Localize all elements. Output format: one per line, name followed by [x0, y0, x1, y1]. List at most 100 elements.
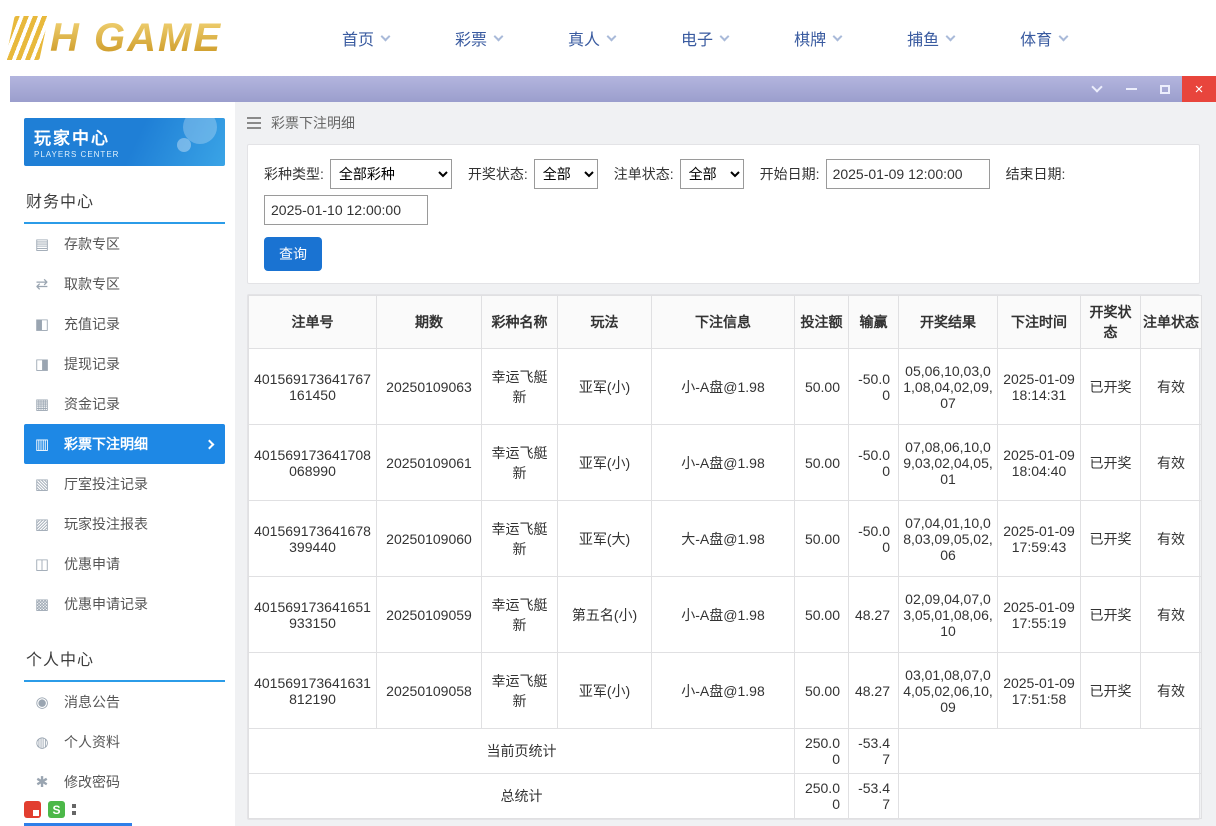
minimize-icon — [1125, 88, 1137, 90]
table-cell: 02,09,04,07,03,05,01,08,06,10 — [898, 576, 998, 653]
table-row: 401569173641678399440 20250109060 幸运飞艇新 亚军(… — [248, 500, 1202, 577]
sidebar-item-label: 优惠申请 — [64, 556, 120, 572]
top-nav-item-捕鱼[interactable]: 捕鱼 — [907, 26, 956, 50]
window-maximize-button[interactable] — [1148, 76, 1182, 102]
sidebar-item-player-bet-report[interactable]: ▨ 玩家投注报表 — [24, 504, 225, 544]
system-tray: S — [24, 801, 76, 818]
sidebar-item-cashout-record[interactable]: ◨ 提现记录 — [24, 344, 225, 384]
sidebar-item-funds-record[interactable]: ▦ 资金记录 — [24, 384, 225, 424]
top-nav-label: 棋牌 — [794, 32, 827, 49]
table-cell: 已开奖 — [1080, 576, 1141, 653]
top-nav-item-彩票[interactable]: 彩票 — [455, 26, 504, 50]
sidebar-item-personal-profile[interactable]: ◍ 个人资料 — [24, 722, 225, 762]
table-cell: 2025-01-09 17:55:19 — [997, 576, 1081, 653]
end-date-input[interactable] — [264, 195, 428, 225]
sidebar-item-recharge-record[interactable]: ◧ 充值记录 — [24, 304, 225, 344]
top-nav-label: 电子 — [681, 32, 714, 49]
sidebar-item-lottery-bet-detail[interactable]: ▥ 彩票下注明细 — [24, 424, 225, 464]
table-cell: 2025-01-09 17:59:43 — [997, 500, 1081, 577]
funds-record-icon: ▦ — [34, 396, 50, 413]
lottery-type-label: 彩种类型: — [264, 166, 324, 182]
chevron-down-icon — [719, 31, 730, 41]
tray-app-icon-red[interactable] — [24, 801, 41, 818]
chevron-right-icon — [204, 439, 215, 449]
table-cell: 50.00 — [794, 348, 849, 425]
table-header-cell: 下注时间 — [997, 295, 1081, 349]
table-cell: -50.00 — [848, 500, 899, 577]
table-row: 401569173641651933150 20250109059 幸运飞艇新 第五名… — [248, 576, 1202, 653]
sidebar-header: 玩家中心 PLAYERS CENTER — [24, 118, 225, 166]
window-collapse-button[interactable] — [1080, 76, 1114, 102]
table-cell: 亚军(小) — [557, 652, 652, 729]
sidebar-item-message-announcement[interactable]: ◉ 消息公告 — [24, 682, 225, 722]
sidebar-item-label: 优惠申请记录 — [64, 596, 148, 612]
table-cell: 有效 — [1140, 652, 1202, 729]
table-header-cell: 注单号 — [248, 295, 377, 349]
sidebar-section-heading: 个人中心 — [24, 640, 225, 682]
window-close-button[interactable]: × — [1182, 76, 1216, 102]
chevron-down-icon — [945, 31, 956, 41]
top-nav-item-首页[interactable]: 首页 — [342, 26, 391, 50]
table-cell: 2025-01-09 18:04:40 — [997, 424, 1081, 501]
bet-detail-table-panel: 注单号 期数 彩种名称 玩法 下注信息 投注额 输赢 开奖结果 下注时间 开奖状态 注单状态 401… — [247, 294, 1202, 820]
bet-status-select[interactable]: 全部 — [679, 159, 744, 189]
search-button[interactable]: 查询 — [264, 237, 322, 271]
table-header-cell: 输赢 — [848, 295, 899, 349]
top-nav-item-电子[interactable]: 电子 — [681, 26, 730, 50]
window-titlebar: × — [10, 76, 1216, 102]
summary-winloss-total-cell: -53.47 — [848, 773, 899, 819]
sidebar-item-promo-apply[interactable]: ◫ 优惠申请 — [24, 544, 225, 584]
lottery-bet-detail-icon: ▥ — [34, 436, 50, 453]
table-header-cell: 注单状态 — [1140, 295, 1202, 349]
sidebar-item-label: 彩票下注明细 — [64, 436, 148, 452]
table-cell: 50.00 — [794, 424, 849, 501]
table-row: 401569173641767161450 20250109063 幸运飞艇新 亚军(… — [248, 348, 1202, 425]
draw-status-select[interactable]: 全部 — [533, 159, 598, 189]
sidebar-item-label: 资金记录 — [64, 396, 120, 412]
summary-winloss-total-cell: -53.47 — [848, 728, 899, 774]
sidebar-item-deposit[interactable]: ▤ 存款专区 — [24, 224, 225, 264]
top-nav-item-真人[interactable]: 真人 — [568, 26, 617, 50]
sidebar-item-label: 玩家投注报表 — [64, 516, 148, 532]
table-row: 401569173641708068990 20250109061 幸运飞艇新 亚军(… — [248, 424, 1202, 501]
window-minimize-button[interactable] — [1114, 76, 1148, 102]
sidebar-item-promo-apply-record[interactable]: ▩ 优惠申请记录 — [24, 584, 225, 624]
table-cell: 亚军(大) — [557, 500, 652, 577]
start-date-input[interactable] — [825, 159, 990, 189]
table-cell: 幸运飞艇新 — [481, 424, 558, 501]
sidebar-item-withdraw[interactable]: ⇄ 取款专区 — [24, 264, 225, 304]
table-cell: 已开奖 — [1080, 652, 1141, 729]
table-header-cell: 投注额 — [794, 295, 849, 349]
table-cell: 有效 — [1140, 424, 1202, 501]
tray-more-dots-icon[interactable] — [72, 804, 76, 808]
table-summary-row: 总统计 250.00 -53.47 — [248, 773, 1202, 819]
table-cell: 48.27 — [848, 576, 899, 653]
table-cell: 48.27 — [848, 652, 899, 729]
summary-bet-total-cell: 250.00 — [794, 728, 849, 774]
sidebar-item-change-password[interactable]: ✱ 修改密码 — [24, 762, 225, 802]
summary-bet-total-cell: 250.00 — [794, 773, 849, 819]
top-nav-label: 彩票 — [455, 32, 488, 49]
brand-logo[interactable]: H GAME — [5, 16, 310, 61]
table-cell: 50.00 — [794, 576, 849, 653]
table-cell: -50.00 — [848, 424, 899, 501]
sidebar-subtitle: PLAYERS CENTER — [34, 150, 120, 159]
change-password-icon: ✱ — [35, 774, 49, 791]
sogou-input-icon[interactable]: S — [48, 801, 65, 818]
lottery-type-select[interactable]: 全部彩种 — [329, 159, 452, 189]
table-cell: 07,08,06,10,09,03,02,04,05,01 — [898, 424, 998, 501]
deposit-icon: ▤ — [34, 236, 50, 253]
top-nav-label: 体育 — [1020, 32, 1053, 49]
summary-label-cell: 当前页统计 — [248, 728, 795, 774]
summary-label-cell: 总统计 — [248, 773, 795, 819]
sidebar-item-hall-bet-record[interactable]: ▧ 厅室投注记录 — [24, 464, 225, 504]
site-header: H GAME 首页 彩票 真人 电子 棋牌 捕鱼 体育 — [0, 0, 1216, 76]
top-nav-item-体育[interactable]: 体育 — [1020, 26, 1069, 50]
top-nav-item-棋牌[interactable]: 棋牌 — [794, 26, 843, 50]
table-cell: 幸运飞艇新 — [481, 348, 558, 425]
bet-status-label: 注单状态: — [613, 166, 674, 182]
hamburger-menu-icon[interactable] — [247, 122, 261, 124]
top-nav-label: 真人 — [568, 32, 601, 49]
table-header-row: 注单号 期数 彩种名称 玩法 下注信息 投注额 输赢 开奖结果 下注时间 开奖状态 注单状态 — [248, 295, 1202, 349]
table-cell: 07,04,01,10,08,03,09,05,02,06 — [898, 500, 998, 577]
